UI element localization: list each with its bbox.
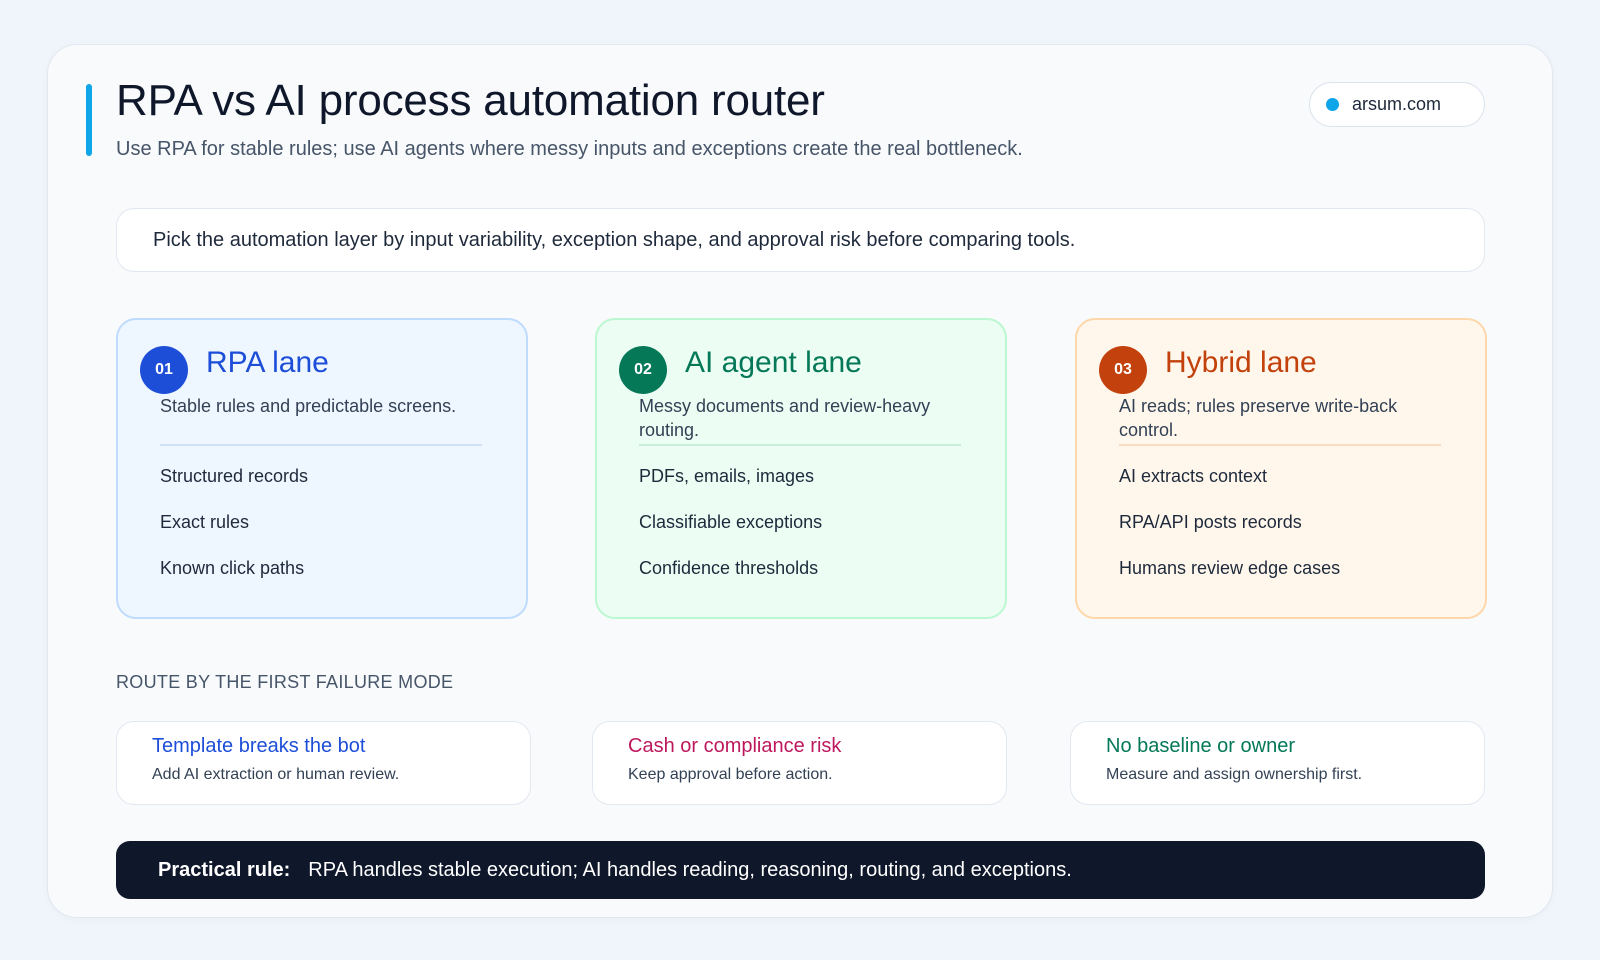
lane-divider	[1119, 444, 1441, 446]
lane-item: Classifiable exceptions	[639, 512, 823, 532]
page-subtitle: Use RPA for stable rules; use AI agents …	[116, 138, 1023, 160]
lane-description: AI reads; rules preserve write-back cont…	[1119, 396, 1398, 440]
lane-item: Humans review edge cases	[1119, 558, 1341, 578]
lane-item: AI extracts context	[1119, 466, 1268, 486]
lane-divider	[639, 444, 961, 446]
practical-rule-label: Practical rule:	[158, 858, 291, 881]
brand-pill[interactable]: arsum.com	[1309, 82, 1485, 127]
lane-title: RPA lane	[206, 346, 329, 379]
lane-item: RPA/API posts records	[1119, 512, 1302, 532]
lane-title: AI agent lane	[685, 346, 862, 379]
lane-title: Hybrid lane	[1165, 346, 1317, 379]
lane-item: Known click paths	[160, 558, 305, 578]
practical-rule-banner: Practical rule: RPA handles stable execu…	[116, 841, 1485, 899]
page-title: RPA vs AI process automation router	[116, 76, 825, 125]
failure-card-description: Keep approval before action.	[628, 766, 833, 783]
failure-card-description: Add AI extraction or human review.	[152, 766, 400, 783]
practical-rule-text: RPA handles stable execution; AI handles…	[308, 858, 1072, 881]
intro-banner: Pick the automation layer by input varia…	[116, 208, 1485, 272]
lane-divider	[160, 444, 482, 446]
lane-item: PDFs, emails, images	[639, 466, 815, 486]
brand-text: arsum.com	[1352, 94, 1442, 114]
lane-rpa: 01 RPA lane Stable rules and predictable…	[116, 318, 528, 619]
lane-item: Structured records	[160, 466, 309, 486]
failure-card-compliance-risk: Cash or compliance risk Keep approval be…	[592, 721, 1007, 805]
failure-card-title: Template breaks the bot	[152, 735, 366, 757]
lane-description: Messy documents and review-heavy routing…	[639, 396, 931, 440]
lane-ai-agent: 02 AI agent lane Messy documents and rev…	[595, 318, 1007, 619]
failure-card-title: Cash or compliance risk	[628, 735, 842, 757]
lane-number-badge: 01	[140, 346, 188, 394]
lane-description: Stable rules and predictable screens.	[160, 396, 457, 416]
lane-item: Exact rules	[160, 512, 250, 532]
title-accent-bar	[86, 84, 92, 156]
lane-item: Confidence thresholds	[639, 558, 819, 578]
brand-dot-icon	[1326, 98, 1339, 111]
lane-number-badge: 03	[1099, 346, 1147, 394]
failure-card-template-breaks: Template breaks the bot Add AI extractio…	[116, 721, 531, 805]
failure-section-label: ROUTE BY THE FIRST FAILURE MODE	[116, 672, 454, 692]
failure-card-no-baseline: No baseline or owner Measure and assign …	[1070, 721, 1485, 805]
failure-card-title: No baseline or owner	[1106, 735, 1295, 757]
failure-card-description: Measure and assign ownership first.	[1106, 766, 1363, 783]
lane-hybrid: 03 Hybrid lane AI reads; rules preserve …	[1075, 318, 1487, 619]
lane-number-badge: 02	[619, 346, 667, 394]
intro-text: Pick the automation layer by input varia…	[153, 228, 1076, 251]
